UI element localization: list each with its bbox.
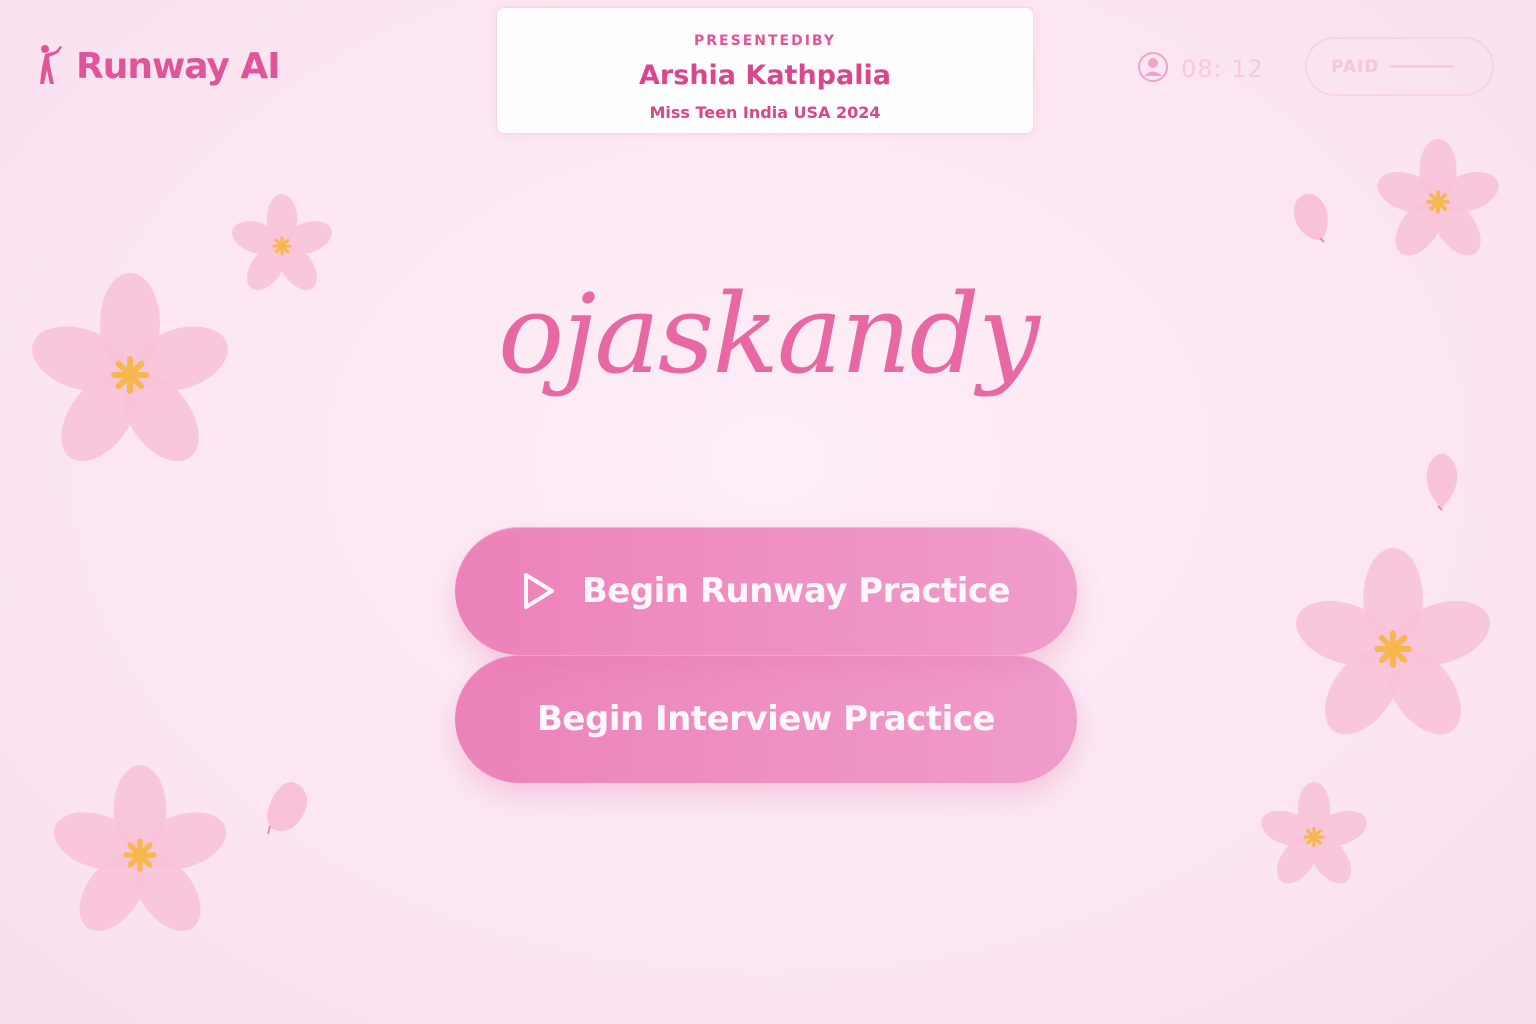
petal-icon — [1420, 452, 1462, 516]
cherry-blossom-icon — [1260, 781, 1368, 892]
user-circle-icon[interactable] — [1137, 51, 1169, 87]
play-icon — [522, 571, 556, 611]
cherry-blossom-icon — [1294, 542, 1492, 756]
cherry-blossom-icon — [225, 193, 339, 297]
session-timer: 08: 12 — [1181, 55, 1264, 83]
cherry-blossom-icon — [30, 265, 230, 485]
brand-name: Runway AI — [76, 45, 281, 87]
paid-divider — [1389, 65, 1454, 68]
petal-icon — [262, 780, 312, 840]
begin-runway-practice-button[interactable]: Begin Runway Practice — [455, 527, 1077, 655]
paid-label: PAID — [1331, 56, 1380, 77]
presented-by-label: PRESENTEDIBY — [694, 33, 836, 49]
presenter-card: PRESENTEDIBY Arshia Kathpalia Miss Teen … — [496, 7, 1034, 134]
presenter-name: Arshia Kathpalia — [639, 60, 891, 91]
runway-walker-icon — [36, 44, 66, 88]
cherry-blossom-icon — [52, 760, 228, 950]
user-timer: 08: 12 — [1137, 51, 1264, 87]
petal-icon — [1290, 192, 1332, 248]
paid-badge[interactable]: PAID — [1305, 37, 1494, 96]
runway-practice-label: Begin Runway Practice — [581, 571, 1011, 611]
cherry-blossom-icon — [1376, 138, 1500, 266]
begin-interview-practice-button[interactable]: Begin Interview Practice — [455, 655, 1077, 783]
interview-practice-label: Begin Interview Practice — [537, 699, 995, 739]
presenter-title: Miss Teen India USA 2024 — [649, 103, 881, 122]
brand-logo[interactable]: Runway AI — [36, 44, 281, 88]
